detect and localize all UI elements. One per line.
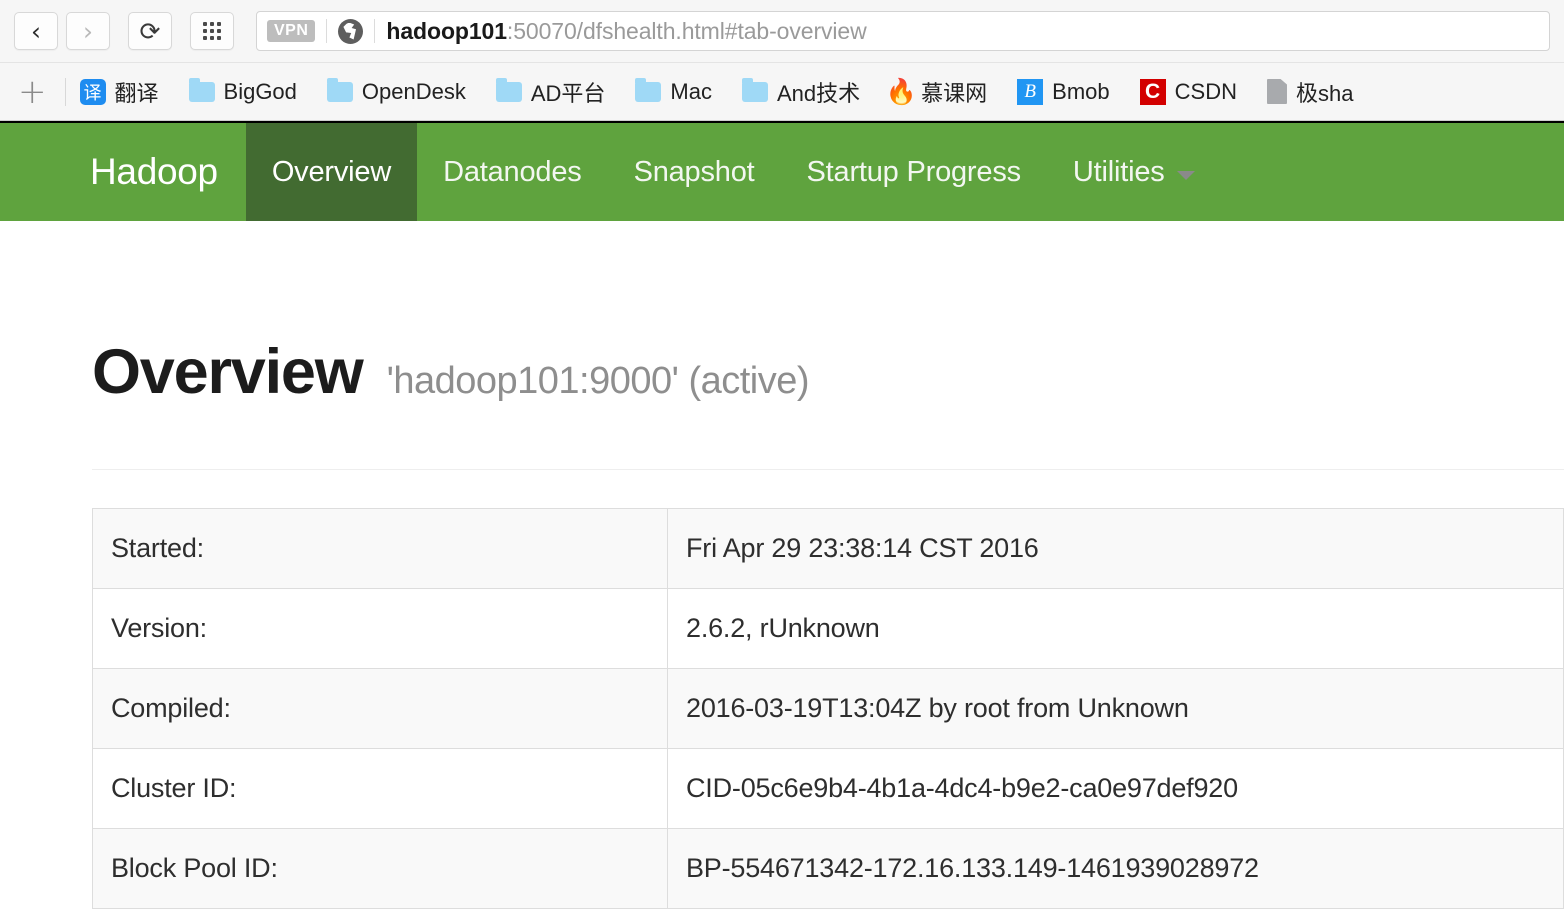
- page-content: Overview 'hadoop101:9000' (active) Start…: [0, 221, 1564, 909]
- bookmarks-bar: + 译 翻译 BigGod OpenDesk AD平台 Mac And技术 🔥: [0, 62, 1564, 120]
- row-key: Compiled:: [92, 668, 668, 749]
- bookmark-csdn[interactable]: C CSDN: [1139, 78, 1237, 105]
- translate-icon: 译: [79, 78, 106, 105]
- folder-icon: [495, 77, 522, 102]
- add-bookmark-button[interactable]: +: [14, 75, 51, 109]
- nav-tab-overview[interactable]: Overview: [245, 123, 418, 221]
- row-key: Version:: [92, 588, 668, 669]
- page-header: Overview 'hadoop101:9000' (active): [92, 221, 1564, 404]
- bookmark-label: 慕课网: [921, 80, 988, 106]
- forward-button[interactable]: ›: [66, 12, 110, 50]
- bmob-icon: B: [1017, 78, 1044, 105]
- document-icon: [1266, 79, 1287, 104]
- bookmark-biggod[interactable]: BigGod: [188, 77, 297, 105]
- page-title-text: Overview: [92, 337, 364, 407]
- bookmark-and-tech[interactable]: And技术: [741, 76, 861, 108]
- table-row: Version: 2.6.2, rUnknown: [92, 588, 1564, 669]
- chevron-right-icon: ›: [83, 16, 93, 46]
- bookmark-ad-platform[interactable]: AD平台: [495, 76, 606, 108]
- apps-button[interactable]: [190, 12, 234, 50]
- row-value: 2.6.2, rUnknown: [667, 588, 1564, 669]
- bookmark-mac[interactable]: Mac: [635, 77, 712, 105]
- title-divider: [92, 469, 1564, 470]
- bookmark-imooc[interactable]: 🔥 慕课网: [885, 76, 988, 108]
- back-button[interactable]: ‹: [14, 12, 58, 50]
- nav-tab-datanodes[interactable]: Datanodes: [417, 123, 607, 221]
- urlbar-divider-2: [374, 19, 376, 43]
- folder-icon: [326, 77, 353, 102]
- vpn-badge: VPN: [267, 20, 316, 42]
- folder-icon: [635, 77, 662, 102]
- bookmark-opendesk[interactable]: OpenDesk: [326, 77, 466, 105]
- table-row: Started: Fri Apr 29 23:38:14 CST 2016: [92, 508, 1564, 589]
- folder-icon: [188, 77, 215, 102]
- apps-grid-icon: [203, 22, 221, 40]
- flame-icon: 🔥: [885, 77, 917, 106]
- hadoop-navbar: Hadoop Overview Datanodes Snapshot Start…: [0, 121, 1564, 221]
- bookmark-label: 翻译: [114, 80, 159, 106]
- bookmark-bmob[interactable]: B Bmob: [1017, 78, 1110, 105]
- bookmark-jisha[interactable]: 极sha: [1266, 76, 1354, 108]
- table-row: Block Pool ID: BP-554671342-172.16.133.1…: [92, 828, 1564, 909]
- page-subtitle: 'hadoop101:9000' (active): [386, 360, 810, 402]
- chevron-down-icon: [1176, 170, 1195, 180]
- address-bar[interactable]: VPN hadoop101:50070/dfshealth.html#tab-o…: [256, 11, 1550, 51]
- chevron-left-icon: ‹: [31, 16, 41, 46]
- reload-icon: ⟳: [139, 16, 161, 46]
- bookmark-label: AD平台: [530, 80, 606, 106]
- folder-icon: [741, 77, 768, 102]
- reload-button[interactable]: ⟳: [128, 12, 172, 50]
- row-value: CID-05c6e9b4-4b1a-4dc4-b9e2-ca0e97def920: [667, 748, 1564, 829]
- row-value: 2016-03-19T13:04Z by root from Unknown: [667, 668, 1564, 749]
- globe-icon: [338, 18, 364, 44]
- bookmark-label: OpenDesk: [361, 78, 466, 104]
- row-key: Cluster ID:: [92, 748, 668, 829]
- bookmark-label: BigGod: [223, 78, 297, 104]
- cluster-info-table: Started: Fri Apr 29 23:38:14 CST 2016 Ve…: [92, 508, 1564, 909]
- bookmark-label: 极sha: [1295, 80, 1354, 106]
- table-row: Cluster ID: CID-05c6e9b4-4b1a-4dc4-b9e2-…: [92, 748, 1564, 829]
- row-key: Started:: [92, 508, 668, 589]
- row-value: Fri Apr 29 23:38:14 CST 2016: [667, 508, 1564, 589]
- nav-tab-startup-progress[interactable]: Startup Progress: [781, 123, 1047, 221]
- bookmark-label: Mac: [670, 78, 712, 104]
- url-path: :50070/dfshealth.html#tab-overview: [506, 17, 867, 44]
- page-title: Overview 'hadoop101:9000' (active): [92, 341, 1564, 404]
- browser-toolbar: ‹ › ⟳ VPN hadoop101:50070/dfshealth.html…: [0, 0, 1564, 62]
- bookmarks-divider: [64, 77, 66, 106]
- row-key: Block Pool ID:: [92, 828, 668, 909]
- table-row: Compiled: 2016-03-19T13:04Z by root from…: [92, 668, 1564, 749]
- bookmark-fanyi[interactable]: 译 翻译: [79, 76, 159, 108]
- url-text: hadoop101:50070/dfshealth.html#tab-overv…: [386, 18, 866, 45]
- nav-tab-utilities-label: Utilities: [1072, 155, 1165, 188]
- urlbar-divider: [326, 19, 328, 43]
- url-host: hadoop101: [386, 17, 507, 44]
- nav-tab-snapshot[interactable]: Snapshot: [608, 123, 781, 221]
- bookmark-label: CSDN: [1174, 78, 1237, 104]
- browser-chrome: ‹ › ⟳ VPN hadoop101:50070/dfshealth.html…: [0, 0, 1564, 121]
- bookmark-label: And技术: [776, 80, 861, 106]
- bookmark-label: Bmob: [1052, 78, 1110, 104]
- row-value: BP-554671342-172.16.133.149-146193902897…: [667, 828, 1564, 909]
- nav-tab-utilities[interactable]: Utilities: [1047, 123, 1221, 221]
- csdn-icon: C: [1139, 78, 1166, 105]
- navbar-brand[interactable]: Hadoop: [62, 123, 246, 221]
